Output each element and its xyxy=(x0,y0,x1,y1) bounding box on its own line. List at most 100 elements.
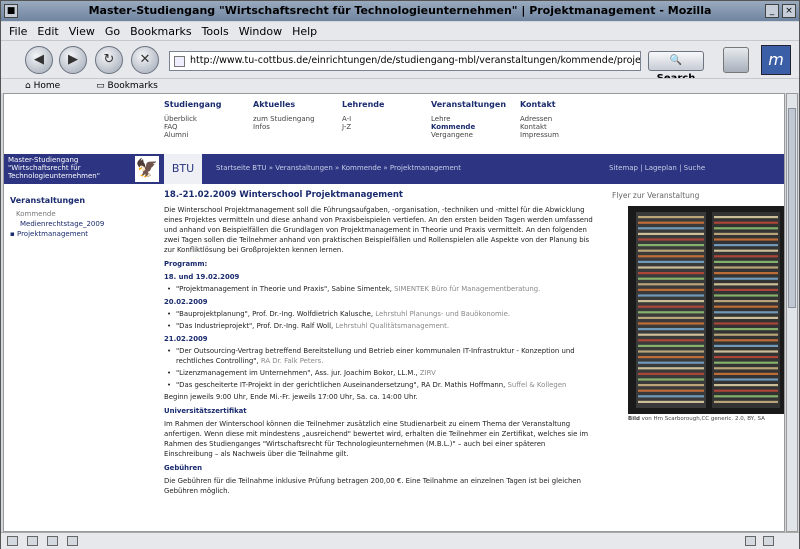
menu-go[interactable]: Go xyxy=(105,25,120,38)
back-button[interactable]: ◀ xyxy=(25,46,53,74)
topnav-heading[interactable]: Kontakt xyxy=(520,101,602,109)
sidebar-sub[interactable]: Kommende xyxy=(10,209,140,219)
cable-bundle xyxy=(714,221,778,224)
affiliation-link[interactable]: Lehrstuhl Planungs- und Bauökonomie. xyxy=(375,310,510,318)
cable-bundle xyxy=(714,322,778,325)
breadcrumb[interactable]: Startseite BTU » Veranstaltungen » Komme… xyxy=(216,164,461,172)
utility-links[interactable]: Sitemap | Lageplan | Suche xyxy=(609,164,705,172)
composer-icon[interactable] xyxy=(47,536,58,546)
date-2: 20.02.2009 xyxy=(164,298,208,306)
mail-icon[interactable] xyxy=(27,536,38,546)
menu-edit[interactable]: Edit xyxy=(37,25,58,38)
topnav-link[interactable]: Kontakt xyxy=(520,123,602,131)
cable-bundle xyxy=(638,300,704,303)
cable-bundle xyxy=(638,378,704,381)
cable-bundle xyxy=(714,300,778,303)
navigator-icon[interactable] xyxy=(7,536,18,546)
cable-bundle xyxy=(714,400,778,403)
menu-window[interactable]: Window xyxy=(239,25,282,38)
affiliation-link[interactable]: Suffel & Kollegen xyxy=(508,381,567,389)
cable-bundle xyxy=(714,227,778,230)
minimize-button[interactable]: _ xyxy=(765,4,779,18)
btu-logo[interactable]: BTU xyxy=(164,154,202,184)
server-rack-photo xyxy=(628,206,784,414)
flyer-heading[interactable]: Flyer zur Veranstaltung xyxy=(612,191,699,200)
sidebar-heading[interactable]: Veranstaltungen xyxy=(10,196,140,206)
cable-bundle xyxy=(638,389,704,392)
vertical-scrollbar[interactable] xyxy=(786,93,798,532)
topnav-heading[interactable]: Veranstaltungen xyxy=(431,101,513,109)
date-3-list: "Der Outsourcing-Vertrag betreffend Bere… xyxy=(164,346,596,390)
reload-button[interactable]: ↻ xyxy=(95,46,123,74)
cable-bundle xyxy=(638,272,704,275)
topnav-link[interactable]: Alumni xyxy=(164,131,246,139)
photo-caption: Bild von Hm Scarborough,CC generic. 2.0,… xyxy=(628,416,784,422)
cable-bundle xyxy=(714,255,778,258)
cable-bundle xyxy=(638,322,704,325)
print-icon[interactable] xyxy=(723,47,749,73)
topnav-link[interactable]: Lehre xyxy=(431,115,513,123)
affiliation-link[interactable]: RA Dr. Falk Peters. xyxy=(261,357,324,365)
topnav-link[interactable]: A-I xyxy=(342,115,424,123)
cable-bundle xyxy=(638,372,704,375)
topnav-link[interactable]: Impressum xyxy=(520,131,602,139)
bookmarks-link[interactable]: ▭ Bookmarks xyxy=(96,81,176,91)
date-1-list: "Projektmanagement in Theorie und Praxis… xyxy=(164,284,596,294)
cable-bundle xyxy=(638,384,704,387)
cable-bundle xyxy=(638,288,704,291)
home-link[interactable]: ⌂ Home xyxy=(25,81,78,91)
affiliation-link[interactable]: SIMENTEK Büro für Managementberatung. xyxy=(394,285,540,293)
cable-bundle xyxy=(638,350,704,353)
forward-button[interactable]: ▶ xyxy=(59,46,87,74)
topnav-link[interactable]: Adressen xyxy=(520,115,602,123)
sidebar-item-medienrechtstage[interactable]: Medienrechtstage_2009 xyxy=(10,219,140,229)
topnav-heading[interactable]: Aktuelles xyxy=(253,101,335,109)
cable-bundle xyxy=(638,244,704,247)
caption-text: von Hm Scarborough,CC generic. 2.0, BY, … xyxy=(639,416,765,422)
search-button[interactable]: 🔍 Search xyxy=(648,51,704,84)
scrollbar-thumb[interactable] xyxy=(788,108,796,308)
cable-bundle xyxy=(714,378,778,381)
topnav-link[interactable]: Kommende xyxy=(431,123,513,131)
topnav-link[interactable]: Vergangene xyxy=(431,131,513,139)
affiliation-link[interactable]: Lehrstuhl Qualitätsmanagement. xyxy=(335,322,449,330)
cable-bundle xyxy=(638,400,704,403)
cable-bundle xyxy=(638,305,704,308)
page-content: Studiengang Überblick FAQ Alumni Aktuelles zu… xyxy=(3,93,785,532)
topnav-link[interactable]: zum Studiengang xyxy=(253,115,335,123)
topnav-heading[interactable]: Lehrende xyxy=(342,101,424,109)
cable-bundle xyxy=(638,356,704,359)
menu-view[interactable]: View xyxy=(69,25,95,38)
cable-bundle xyxy=(714,311,778,314)
cable-bundle xyxy=(714,328,778,331)
menu-bookmarks[interactable]: Bookmarks xyxy=(130,25,191,38)
topnav-link[interactable]: Infos xyxy=(253,123,335,131)
stop-button[interactable]: ✕ xyxy=(131,46,159,74)
menu-tools[interactable]: Tools xyxy=(202,25,229,38)
topnav-heading[interactable]: Studiengang xyxy=(164,101,246,109)
url-field[interactable]: http://www.tu-cottbus.de/einrichtungen/d… xyxy=(169,51,641,71)
menu-help[interactable]: Help xyxy=(292,25,317,38)
zertifikat-paragraph: Im Rahmen der Winterschool können die Te… xyxy=(164,420,589,458)
online-status-icon xyxy=(763,536,774,546)
window-menu-button[interactable]: ■ xyxy=(4,4,18,18)
program-item: "Bauprojektplanung", Prof. Dr.-Ing. Wolf… xyxy=(164,309,596,319)
programm-heading: Programm: xyxy=(164,260,208,268)
cable-bundle xyxy=(714,288,778,291)
topnav-link[interactable]: FAQ xyxy=(164,123,246,131)
address-book-icon[interactable] xyxy=(67,536,78,546)
sidebar-item-projektmanagement[interactable]: ▪ Projektmanagement xyxy=(10,229,140,239)
cable-bundle xyxy=(638,294,704,297)
mozilla-throbber-icon[interactable]: m xyxy=(761,45,791,75)
date-3: 21.02.2009 xyxy=(164,335,208,343)
security-lock-icon xyxy=(745,536,756,546)
topnav-link[interactable]: Überblick xyxy=(164,115,246,123)
cable-bundle xyxy=(638,277,704,280)
menu-file[interactable]: File xyxy=(9,25,27,38)
brandenburg-eagle-icon: 🦅 xyxy=(135,156,159,182)
cable-bundle xyxy=(714,316,778,319)
affiliation-link[interactable]: ZIRV xyxy=(420,369,436,377)
close-button[interactable]: × xyxy=(782,4,796,18)
topnav-link[interactable]: J-Z xyxy=(342,123,424,131)
sidebar-item-label: Projektmanagement xyxy=(16,230,89,238)
